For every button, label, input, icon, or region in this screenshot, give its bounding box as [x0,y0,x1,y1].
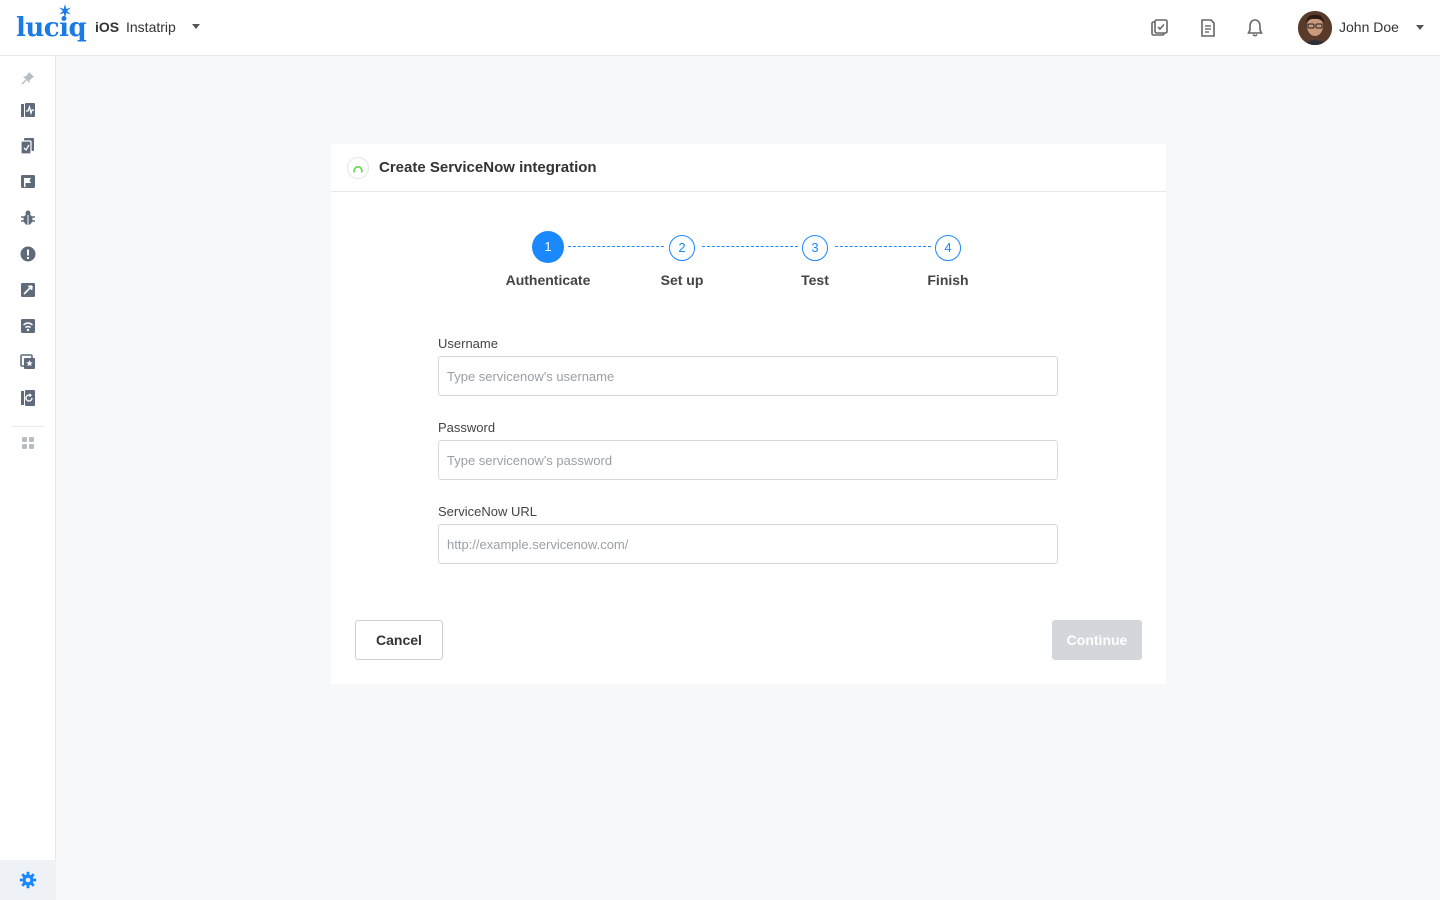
username-label: Username [438,336,498,351]
step-3-label: Test [801,272,829,288]
tasks-icon[interactable] [1149,18,1169,38]
sidebar-divider [12,426,44,427]
servicenow-logo-icon [347,157,369,179]
step-4-label: Finish [927,272,969,288]
step-4-indicator: 4 [935,235,961,261]
sidebar-item-settings[interactable] [0,860,56,900]
servicenow-url-input[interactable] [438,524,1058,564]
pin-icon[interactable] [21,71,35,85]
sidebar [0,56,56,900]
surveys-icon[interactable] [19,281,37,299]
user-photo [1298,11,1332,45]
feedback-icon[interactable] [19,173,37,191]
crashes-icon[interactable] [19,245,37,263]
logo-spark-icon [59,4,71,18]
integration-card: Create ServiceNow integration 1 2 3 4 Au… [331,144,1166,684]
step-connector [835,246,931,247]
card-title: Create ServiceNow integration [379,159,597,176]
step-connector [568,246,664,247]
release-notes-icon[interactable] [1198,18,1218,38]
continue-button[interactable]: Continue [1052,620,1142,660]
step-3-indicator: 3 [802,235,828,261]
notifications-bell-icon[interactable] [1245,18,1265,38]
servicenow-url-label: ServiceNow URL [438,504,537,519]
network-icon[interactable] [19,317,37,335]
luciq-logo[interactable]: luciq [16,4,87,43]
user-name[interactable]: John Doe [1339,19,1399,35]
app-ratings-icon[interactable] [19,353,37,371]
dashboard-icon[interactable] [19,101,37,119]
password-label: Password [438,420,496,435]
card-header: Create ServiceNow integration [331,144,1166,192]
app-selector[interactable]: Instatrip [126,19,176,35]
session-replay-icon[interactable] [19,389,37,407]
platform-label[interactable]: iOS [95,19,119,35]
step-2-indicator: 2 [669,235,695,261]
username-input[interactable] [438,356,1058,396]
bugs-icon[interactable] [19,209,37,227]
settings-gear-icon[interactable] [19,871,37,889]
password-input[interactable] [438,440,1058,480]
cancel-button[interactable]: Cancel [355,620,443,660]
logo-text: luciq [16,13,87,43]
step-1-indicator: 1 [532,231,564,263]
chevron-down-icon[interactable] [1416,25,1424,30]
step-2-label: Set up [660,272,704,288]
top-bar: luciq iOS Instatrip John Doe [0,0,1440,56]
chevron-down-icon[interactable] [192,24,200,29]
step-1-label: Authenticate [505,272,591,288]
avatar[interactable] [1298,11,1332,45]
reports-icon[interactable] [19,137,37,155]
apps-grid-icon[interactable] [21,436,35,450]
step-connector [702,246,798,247]
